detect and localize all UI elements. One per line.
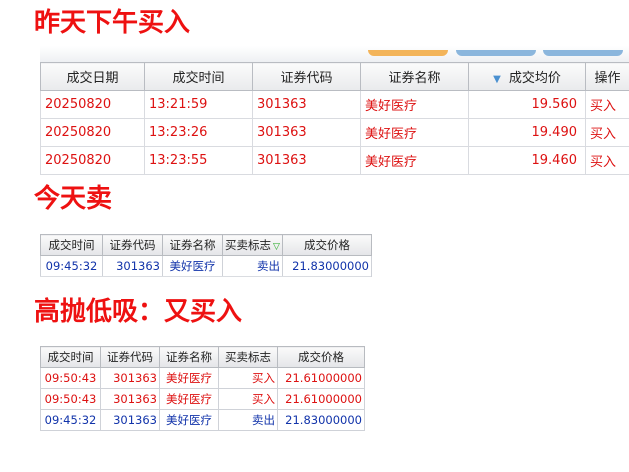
- cell-avg-price: 19.460: [468, 146, 586, 175]
- table-fade: [40, 431, 364, 441]
- table-header-row: 成交时间 证券代码 证券名称 买卖标志 成交价格: [40, 346, 365, 368]
- cell-price: 21.83000000: [282, 255, 372, 277]
- table-row[interactable]: 09:45:32 301363 美好医疗 卖出 21.83000000: [40, 409, 365, 431]
- cell-code: 301363: [100, 388, 160, 410]
- column-header-code[interactable]: 证券代码: [102, 234, 163, 256]
- cell-side: 买入: [218, 367, 278, 389]
- column-header-time[interactable]: 成交时间: [40, 346, 101, 368]
- cell-date: 20250820: [40, 146, 145, 175]
- column-header-price[interactable]: 成交价格: [282, 234, 372, 256]
- heading-yesterday-buy: 昨天下午买入: [34, 8, 191, 38]
- table-row[interactable]: 20250820 13:21:59 301363 美好医疗 19.560 买入: [40, 90, 629, 119]
- cell-time: 13:23:55: [144, 146, 253, 175]
- column-header-price[interactable]: 成交价格: [277, 346, 365, 368]
- cell-name: 美好医疗: [360, 90, 469, 119]
- table-row[interactable]: 20250820 13:23:55 301363 美好医疗 19.460 买入: [40, 146, 629, 175]
- cell-operation: 买入: [585, 90, 629, 119]
- trade-table-today: 成交时间 证券代码 证券名称 买卖标志 ▽ 成交价格 09:45:32 30136…: [40, 234, 372, 277]
- cell-side: 卖出: [222, 255, 283, 277]
- cell-code: 301363: [102, 255, 163, 277]
- cell-time: 09:50:43: [40, 388, 101, 410]
- column-header-time[interactable]: 成交时间: [40, 234, 103, 256]
- cell-operation: 买入: [585, 118, 629, 147]
- cell-date: 20250820: [40, 90, 145, 119]
- cell-date: 20250820: [40, 118, 145, 147]
- column-header-code[interactable]: 证券代码: [100, 346, 160, 368]
- column-header-side[interactable]: 买卖标志: [218, 346, 278, 368]
- table-fade: [40, 276, 371, 286]
- cell-name: 美好医疗: [360, 118, 469, 147]
- cell-side: 卖出: [218, 409, 278, 431]
- sort-desc-icon: ▼: [493, 74, 501, 85]
- column-header-avg-price[interactable]: ▼ 成交均价: [468, 62, 586, 91]
- cell-name: 美好医疗: [159, 388, 219, 410]
- cell-avg-price: 19.560: [468, 90, 586, 119]
- column-header-side-label: 买卖标志: [225, 238, 272, 252]
- cell-code: 301363: [252, 146, 361, 175]
- column-header-name[interactable]: 证券名称: [360, 62, 469, 91]
- column-header-time[interactable]: 成交时间: [144, 62, 253, 91]
- column-header-side[interactable]: 买卖标志 ▽: [222, 234, 283, 256]
- tab-stub[interactable]: [543, 50, 623, 56]
- cell-name: 美好医疗: [360, 146, 469, 175]
- column-header-operation[interactable]: 操作: [585, 62, 629, 91]
- tab-stub-active[interactable]: [368, 50, 448, 56]
- tab-stub[interactable]: [456, 50, 536, 56]
- cell-operation: 买入: [585, 146, 629, 175]
- table-row[interactable]: 09:50:43 301363 美好医疗 买入 21.61000000: [40, 367, 365, 389]
- cell-time: 13:23:26: [144, 118, 253, 147]
- table-row[interactable]: 20250820 13:23:26 301363 美好医疗 19.490 买入: [40, 118, 629, 147]
- cell-code: 301363: [252, 118, 361, 147]
- trade-table-yesterday: 成交日期 成交时间 证券代码 证券名称 ▼ 成交均价 操作 20250820 13…: [40, 62, 629, 175]
- table-header-row: 成交时间 证券代码 证券名称 买卖标志 ▽ 成交价格: [40, 234, 372, 256]
- heading-swing-buy-again: 高抛低吸：又买入: [34, 297, 243, 327]
- table-toolbar: [40, 46, 629, 62]
- cell-name: 美好医疗: [159, 409, 219, 431]
- cell-price: 21.61000000: [277, 367, 365, 389]
- cell-side: 买入: [218, 388, 278, 410]
- cell-time: 09:45:32: [40, 255, 103, 277]
- cell-code: 301363: [100, 409, 160, 431]
- column-header-name[interactable]: 证券名称: [159, 346, 219, 368]
- trade-table-swing: 成交时间 证券代码 证券名称 买卖标志 成交价格 09:50:43 301363…: [40, 346, 365, 431]
- cell-time: 09:50:43: [40, 367, 101, 389]
- column-header-avg-price-label: 成交均价: [508, 71, 561, 86]
- sort-indicator-icon: ▽: [273, 242, 280, 252]
- heading-today-sell: 今天卖: [34, 184, 113, 214]
- cell-time: 09:45:32: [40, 409, 101, 431]
- cell-code: 301363: [100, 367, 160, 389]
- cell-name: 美好医疗: [159, 367, 219, 389]
- cell-avg-price: 19.490: [468, 118, 586, 147]
- column-header-name[interactable]: 证券名称: [162, 234, 223, 256]
- cell-name: 美好医疗: [162, 255, 223, 277]
- cell-price: 21.61000000: [277, 388, 365, 410]
- table-row[interactable]: 09:50:43 301363 美好医疗 买入 21.61000000: [40, 388, 365, 410]
- cell-code: 301363: [252, 90, 361, 119]
- cell-time: 13:21:59: [144, 90, 253, 119]
- cell-price: 21.83000000: [277, 409, 365, 431]
- table-header-row: 成交日期 成交时间 证券代码 证券名称 ▼ 成交均价 操作: [40, 62, 629, 91]
- column-header-date[interactable]: 成交日期: [40, 62, 145, 91]
- table-row[interactable]: 09:45:32 301363 美好医疗 卖出 21.83000000: [40, 255, 372, 277]
- column-header-code[interactable]: 证券代码: [252, 62, 361, 91]
